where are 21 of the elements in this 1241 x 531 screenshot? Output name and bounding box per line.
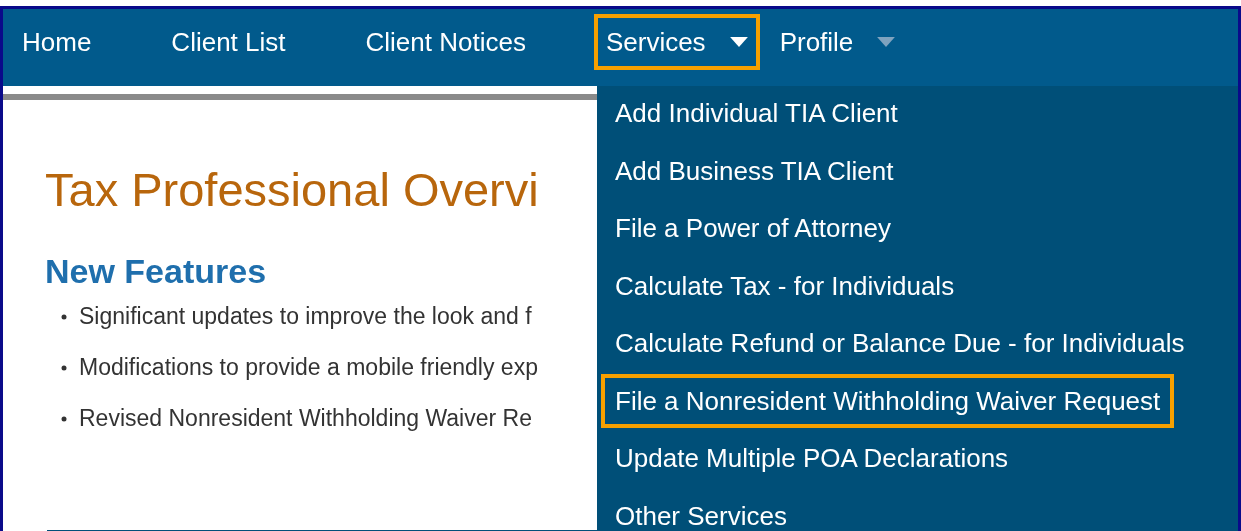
menu-item[interactable]: File a Nonresident Withholding Waiver Request bbox=[601, 373, 1175, 428]
bullet-text: Revised Nonresident Withholding Waiver Re bbox=[79, 405, 532, 432]
nav-tab[interactable]: Home bbox=[10, 14, 104, 70]
nav-tab[interactable]: Client List bbox=[159, 14, 298, 70]
menu-item[interactable]: Add Business TIA Client bbox=[601, 143, 908, 198]
nav-tab[interactable]: Client Notices bbox=[353, 14, 538, 70]
bullet-text: Significant updates to improve the look and f bbox=[79, 303, 532, 330]
menu-item[interactable]: Calculate Refund or Balance Due - for Individuals bbox=[601, 316, 1199, 370]
menu-item[interactable]: Update Multiple POA Declarations bbox=[601, 431, 1023, 485]
menu-item[interactable]: Calculate Tax - for Individuals bbox=[601, 258, 969, 313]
menu-item[interactable]: Other Services bbox=[601, 488, 801, 531]
bullet-icon bbox=[61, 415, 67, 422]
bullet-text: Modifications to provide a mobile friendly exp bbox=[79, 354, 538, 381]
nav-tab[interactable]: Services bbox=[593, 14, 760, 70]
page-title: Tax Professional Overvi bbox=[45, 162, 539, 217]
nav-tab[interactable]: Profile bbox=[767, 14, 908, 70]
menu-item[interactable]: Add Individual TIA Client bbox=[601, 86, 912, 140]
section-heading: New Features bbox=[45, 252, 267, 291]
bullet-icon bbox=[61, 364, 67, 371]
menu-item[interactable]: File a Power of Attorney bbox=[601, 201, 906, 255]
bullet-icon bbox=[61, 313, 67, 320]
